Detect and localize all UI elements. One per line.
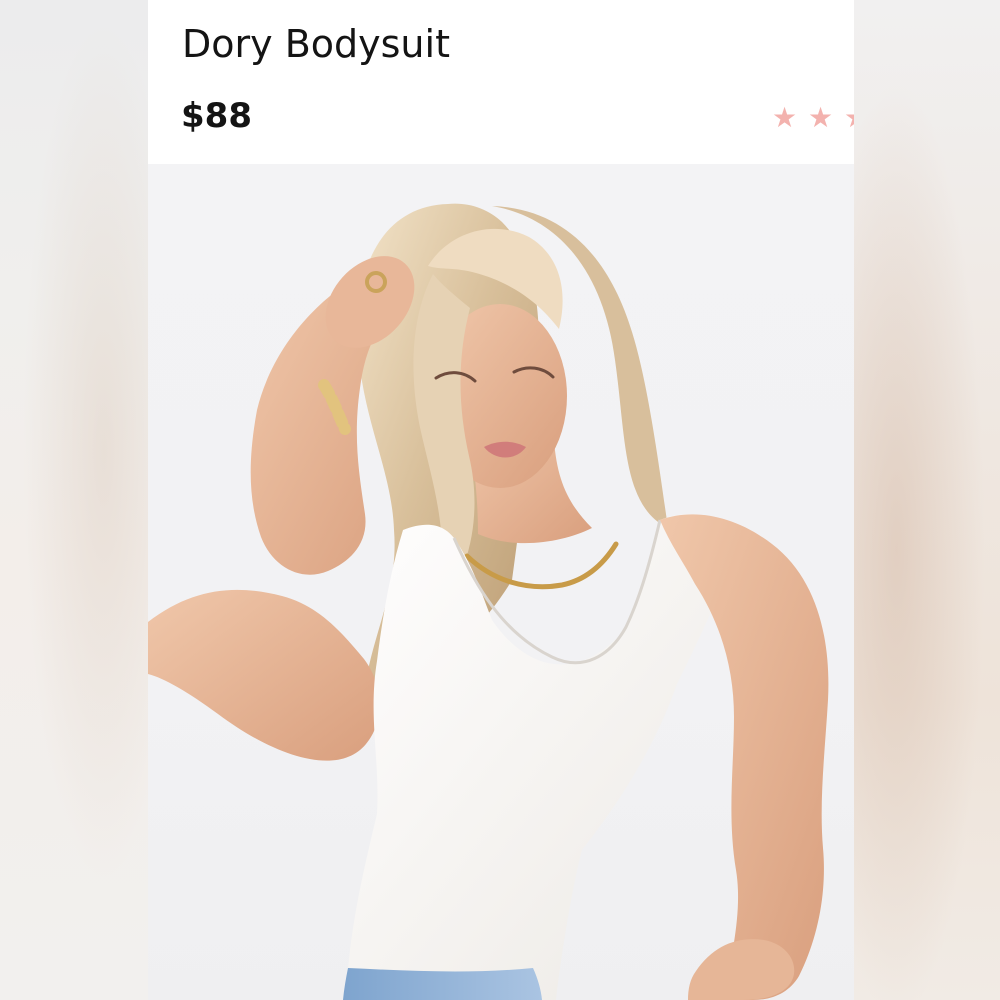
product-card[interactable]: Dory Bodysuit $88 ★ ★ ★ <box>148 0 854 1000</box>
denim-jeans <box>343 968 542 1000</box>
product-image[interactable] <box>148 164 854 1000</box>
model-photo <box>148 203 829 1000</box>
right-blurred-margin <box>852 0 1000 1000</box>
product-rating[interactable]: ★ ★ ★ <box>772 98 854 138</box>
screenshot-frame: Dory Bodysuit $88 ★ ★ ★ <box>0 0 1000 1000</box>
left-blurred-margin <box>0 0 148 1000</box>
product-title: Dory Bodysuit <box>182 22 450 66</box>
star-icon: ★ <box>808 101 835 134</box>
product-header: Dory Bodysuit $88 ★ ★ ★ <box>148 0 854 164</box>
star-icon: ★ <box>844 98 854 138</box>
product-price: $88 <box>181 96 252 136</box>
star-icon: ★ <box>772 101 799 134</box>
model-right-hand <box>688 939 795 1000</box>
model-left-arm <box>148 589 380 761</box>
